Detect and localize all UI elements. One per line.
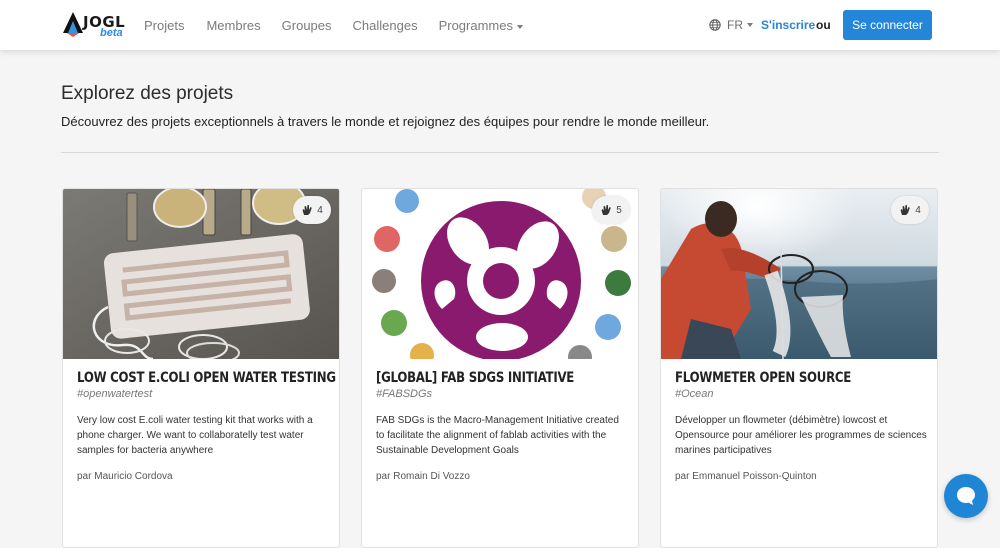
clap-count: 4 (915, 204, 921, 216)
top-navbar: JOGL beta Projets Membres Groupes Challe… (0, 0, 1000, 50)
author-prefix: par (675, 471, 690, 482)
author-prefix: par (77, 471, 92, 482)
nav-projets[interactable]: Projets (144, 18, 184, 33)
project-description: Very low cost E.coli water testing kit t… (77, 415, 313, 456)
project-title[interactable]: Low cost E.coli open water testing kit (77, 370, 339, 386)
chevron-down-icon (517, 24, 523, 29)
project-card[interactable]: 5 [GLOBAL] FAB SDGS INITIATIVE #FABSDGs … (361, 188, 639, 548)
project-hashtag[interactable]: #FABSDGs (376, 388, 432, 400)
nav-programmes-label: Programmes (438, 18, 513, 33)
page-subtitle: Découvrez des projets exceptionnels à tr… (61, 114, 710, 129)
author-name[interactable]: Mauricio Cordova (94, 471, 172, 482)
project-author: par Emmanuel Poisson-Quinton (675, 471, 817, 482)
clap-count: 4 (317, 204, 323, 216)
project-image[interactable]: 5 (362, 189, 638, 359)
clap-count: 5 (616, 204, 622, 216)
project-description: Développer un flowmeter (débimètre) lowc… (675, 415, 927, 456)
nav-challenges[interactable]: Challenges (353, 18, 418, 33)
project-hashtag[interactable]: #Ocean (675, 388, 714, 400)
clap-icon (900, 205, 911, 215)
clap-count-badge[interactable]: 4 (891, 196, 929, 224)
project-card[interactable]: 4 FLOWMETER OPEN SOURCE #Ocean Développe… (660, 188, 938, 548)
clap-count-badge[interactable]: 5 (592, 196, 630, 224)
page-title: Explorez des projets (61, 83, 234, 104)
language-label: FR (727, 18, 743, 32)
login-button[interactable]: Se connecter (843, 10, 932, 40)
project-hashtag[interactable]: #openwatertest (77, 388, 152, 400)
project-image[interactable]: 4 (661, 189, 937, 359)
author-prefix: par (376, 471, 391, 482)
clap-count-badge[interactable]: 4 (293, 196, 331, 224)
project-author: par Romain Di Vozzo (376, 471, 470, 482)
project-description: FAB SDGs is the Macro-Management Initiat… (376, 415, 619, 456)
project-image[interactable]: 4 (63, 189, 339, 359)
header-divider (61, 152, 939, 153)
or-label: ou (816, 18, 831, 32)
chevron-down-icon (747, 23, 753, 27)
author-name[interactable]: Emmanuel Poisson-Quinton (692, 471, 817, 482)
chat-widget-button[interactable] (944, 474, 988, 518)
chat-bubble-icon (957, 487, 975, 505)
language-selector[interactable]: FR (709, 18, 753, 32)
logo-triangle-icon (63, 12, 83, 37)
project-title[interactable]: [GLOBAL] FAB SDGS INITIATIVE (376, 370, 590, 386)
project-card[interactable]: 4 Low cost E.coli open water testing kit… (62, 188, 340, 548)
author-name[interactable]: Romain Di Vozzo (393, 471, 470, 482)
clap-icon (601, 205, 612, 215)
project-author: par Mauricio Cordova (77, 471, 173, 482)
nav-membres[interactable]: Membres (206, 18, 260, 33)
logo-beta-label: beta (100, 27, 123, 39)
nav-groupes[interactable]: Groupes (282, 18, 332, 33)
main-nav: Projets Membres Groupes Challenges Progr… (144, 18, 544, 33)
project-title[interactable]: FLOWMETER OPEN SOURCE (675, 370, 889, 386)
globe-icon (709, 19, 721, 31)
signup-link[interactable]: S'inscrire (761, 18, 815, 32)
jogl-logo[interactable]: JOGL beta (62, 10, 126, 40)
clap-icon (302, 205, 313, 215)
nav-programmes-dropdown[interactable]: Programmes (439, 18, 523, 33)
